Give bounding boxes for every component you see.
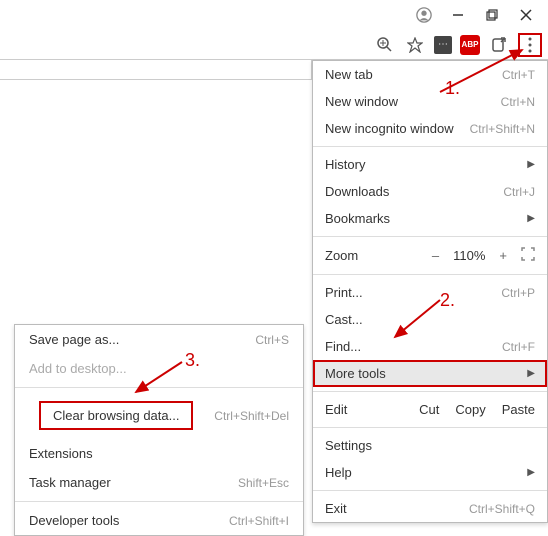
- submenu-task-manager[interactable]: Task manager Shift+Esc: [15, 468, 303, 497]
- menu-shortcut: Ctrl+Shift+Q: [469, 502, 535, 516]
- abp-icon[interactable]: ABP: [460, 35, 480, 55]
- menu-new-window[interactable]: New window Ctrl+N: [313, 88, 547, 115]
- menu-more-tools[interactable]: More tools ▶: [313, 360, 547, 387]
- zoom-out-button[interactable]: –: [428, 248, 443, 263]
- menu-separator: [313, 490, 547, 491]
- cut-button[interactable]: Cut: [419, 402, 439, 417]
- menu-separator: [15, 387, 303, 388]
- menu-settings[interactable]: Settings: [313, 432, 547, 459]
- menu-exit[interactable]: Exit Ctrl+Shift+Q: [313, 495, 547, 522]
- menu-separator: [313, 274, 547, 275]
- copy-button[interactable]: Copy: [455, 402, 485, 417]
- menu-separator: [15, 501, 303, 502]
- submenu-save-page[interactable]: Save page as... Ctrl+S: [15, 325, 303, 354]
- chevron-right-icon: ▶: [527, 159, 535, 170]
- menu-edit: Edit Cut Copy Paste: [313, 396, 547, 423]
- menu-label: More tools: [325, 366, 386, 381]
- menu-label: New window: [325, 94, 398, 109]
- main-menu: New tab Ctrl+T New window Ctrl+N New inc…: [312, 60, 548, 523]
- menu-find[interactable]: Find... Ctrl+F: [313, 333, 547, 360]
- menu-history[interactable]: History ▶: [313, 151, 547, 178]
- content-area: [0, 60, 312, 80]
- fullscreen-button[interactable]: [521, 247, 535, 264]
- menu-new-incognito[interactable]: New incognito window Ctrl+Shift+N: [313, 115, 547, 142]
- menu-new-tab[interactable]: New tab Ctrl+T: [313, 61, 547, 88]
- menu-separator: [313, 391, 547, 392]
- menu-shortcut: Ctrl+P: [501, 286, 535, 300]
- menu-shortcut: Ctrl+Shift+I: [229, 514, 289, 528]
- maximize-button[interactable]: [484, 7, 500, 23]
- menu-zoom: Zoom – 110% +: [313, 241, 547, 270]
- zoom-value: 110%: [453, 248, 485, 263]
- menu-downloads[interactable]: Downloads Ctrl+J: [313, 178, 547, 205]
- menu-shortcut: Ctrl+S: [255, 333, 289, 347]
- menu-shortcut: Shift+Esc: [238, 476, 289, 490]
- zoom-icon[interactable]: [374, 34, 396, 56]
- star-icon[interactable]: [404, 34, 426, 56]
- menu-separator: [313, 146, 547, 147]
- menu-label: Add to desktop...: [29, 361, 127, 376]
- menu-bookmarks[interactable]: Bookmarks ▶: [313, 205, 547, 232]
- close-button[interactable]: [518, 7, 534, 23]
- menu-help[interactable]: Help ▶: [313, 459, 547, 486]
- extension-icon[interactable]: ⋯: [434, 36, 452, 54]
- minimize-button[interactable]: [450, 7, 466, 23]
- menu-label: New incognito window: [325, 121, 454, 136]
- menu-label: Task manager: [29, 475, 111, 490]
- menu-shortcut: Ctrl+Shift+N: [470, 122, 535, 136]
- menu-shortcut: Ctrl+Shift+Del: [214, 409, 289, 423]
- edit-label: Edit: [325, 402, 403, 417]
- zoom-in-button[interactable]: +: [495, 248, 511, 263]
- menu-separator: [313, 236, 547, 237]
- menu-shortcut: Ctrl+J: [503, 185, 535, 199]
- menu-shortcut: Ctrl+F: [502, 340, 535, 354]
- menu-label: Clear browsing data...: [39, 401, 193, 430]
- menu-shortcut: Ctrl+N: [501, 95, 535, 109]
- chevron-right-icon: ▶: [527, 368, 535, 379]
- menu-label: Extensions: [29, 446, 93, 461]
- menu-print[interactable]: Print... Ctrl+P: [313, 279, 547, 306]
- menu-shortcut: Ctrl+T: [502, 68, 535, 82]
- menu-separator: [313, 427, 547, 428]
- menu-cast[interactable]: Cast...: [313, 306, 547, 333]
- submenu-clear-data[interactable]: Clear browsing data... Ctrl+Shift+Del: [15, 392, 303, 439]
- profile-icon[interactable]: [416, 7, 432, 23]
- menu-label: Cast...: [325, 312, 363, 327]
- menu-label: Downloads: [325, 184, 389, 199]
- menu-label: Bookmarks: [325, 211, 390, 226]
- menu-label: Exit: [325, 501, 347, 516]
- toolbar: ⋯ ABP: [0, 30, 548, 60]
- share-icon[interactable]: [488, 34, 510, 56]
- menu-label: Developer tools: [29, 513, 119, 528]
- menu-label: Settings: [325, 438, 372, 453]
- window-controls: [408, 0, 548, 30]
- submenu-add-desktop: Add to desktop...: [15, 354, 303, 383]
- chevron-right-icon: ▶: [527, 467, 535, 478]
- chevron-right-icon: ▶: [527, 213, 535, 224]
- menu-label: History: [325, 157, 365, 172]
- menu-label: Print...: [325, 285, 363, 300]
- menu-label: Find...: [325, 339, 361, 354]
- menu-label: Help: [325, 465, 352, 480]
- menu-button[interactable]: [518, 33, 542, 57]
- paste-button[interactable]: Paste: [502, 402, 535, 417]
- menu-label: New tab: [325, 67, 373, 82]
- menu-label: Save page as...: [29, 332, 119, 347]
- submenu-extensions[interactable]: Extensions: [15, 439, 303, 468]
- zoom-label: Zoom: [325, 248, 418, 263]
- more-tools-submenu: Save page as... Ctrl+S Add to desktop...…: [14, 324, 304, 536]
- submenu-dev-tools[interactable]: Developer tools Ctrl+Shift+I: [15, 506, 303, 535]
